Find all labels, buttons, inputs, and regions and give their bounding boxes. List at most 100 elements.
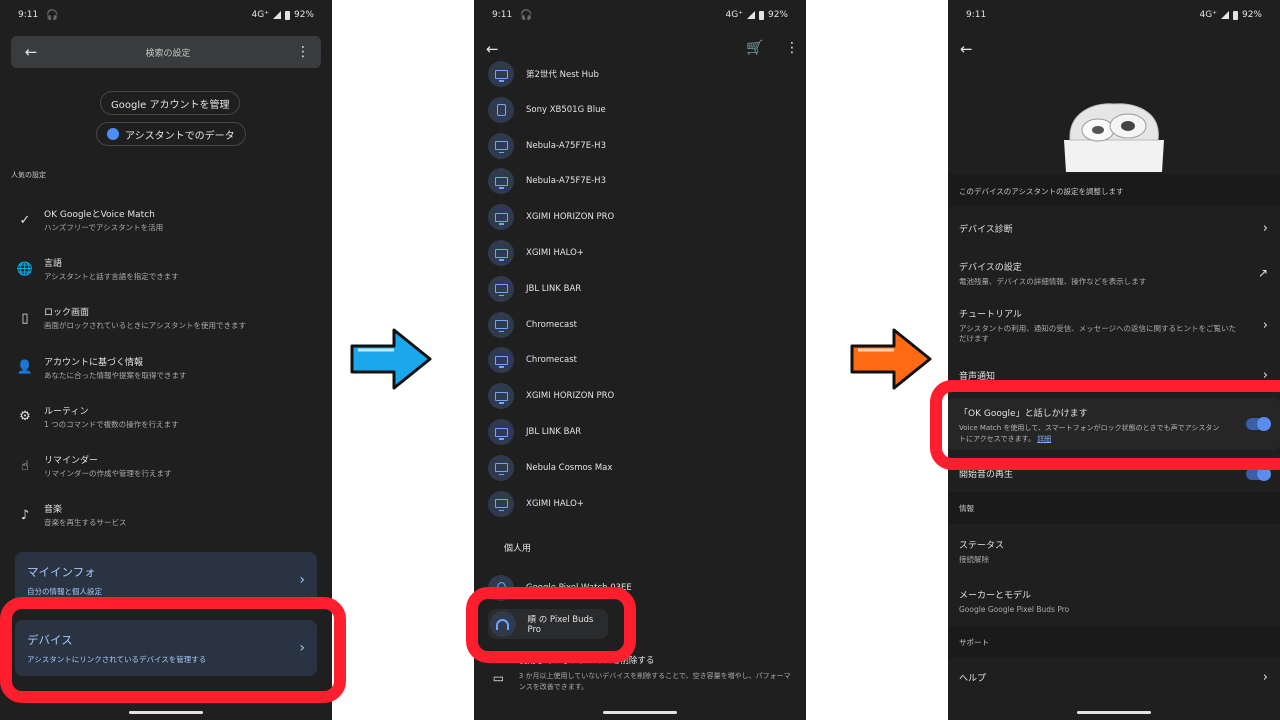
device-list-item[interactable]: JBL LINK BAR [488,417,792,447]
device-list-item[interactable]: XGIMI HALO+ [488,238,792,268]
status-bar: 9:11 4G⁺ 92% [948,0,1280,30]
music-note-icon: ♪ [20,507,30,523]
manage-account-chip[interactable]: Google アカウントを管理 [100,91,241,115]
device-list-item[interactable]: XGIMI HALO+ [488,489,792,519]
settings-item-subtitle: 音楽を再生するサービス [44,518,127,528]
status-time: 9:11 [492,10,513,20]
back-arrow-icon[interactable]: ← [960,40,973,58]
tv-icon [488,454,514,481]
device-list-item[interactable]: 第2世代 Nest Hub [488,59,792,89]
signal-icon [1220,11,1229,19]
status-title: ステータス [959,540,1005,551]
more-vert-icon[interactable]: ⋮ [785,40,799,56]
person-check-icon: 👤 [16,360,34,376]
headphones-icon: 🎧 [520,9,533,21]
device-settings-subtitle: 電池残量、デバイスの詳細情報、操作などを表示します [959,276,1147,286]
device-list-item[interactable]: JBL LINK BAR [488,274,792,304]
device-list-item[interactable]: Chromecast [488,345,792,375]
device-name: XGIMI HALO+ [526,248,584,258]
settings-item[interactable]: 👤 アカウントに基づく情報 あなたに合った情報や提案を取得できます [14,348,318,388]
device-diagnostics-row[interactable]: デバイス診断 › [959,214,1268,242]
tutorial-row[interactable]: チュートリアル アシスタントの利用、通知の受信、メッセージへの返信に関するヒント… [959,305,1268,345]
more-vert-icon[interactable]: ⋮ [285,44,321,60]
network-label: 4G⁺ [251,10,269,20]
tv-icon [488,132,514,159]
help-row[interactable]: ヘルプ › [959,666,1268,688]
network-label: 4G⁺ [1199,10,1217,20]
tutorial-subtitle: アシスタントの利用、通知の受信、メッセージへの返信に関するヒントをご覧いただけま… [959,323,1237,343]
gesture-bar[interactable] [1077,711,1151,714]
device-name: XGIMI HALO+ [526,498,584,509]
battery-icon [758,10,764,20]
shield-icon [107,128,119,140]
assistant-data-chip[interactable]: アシスタントでのデータ [96,122,246,146]
chevron-right-icon: › [1262,220,1268,236]
device-list-item[interactable]: Nebula-A75F7E-H3 [488,166,792,196]
gesture-bar[interactable] [603,711,677,714]
help-label: ヘルプ [959,673,987,684]
device-name: XGIMI HORIZON PRO [526,391,615,402]
device-list-item[interactable]: XGIMI HORIZON PRO [488,381,792,411]
gesture-bar[interactable] [129,711,203,714]
device-name: Nebula-A75F7E-H3 [526,176,606,187]
chevron-right-icon: › [299,572,305,588]
tv-icon [488,311,514,338]
section-info: 情報 [959,504,974,513]
tv-icon [488,240,514,266]
settings-item-subtitle: 画面がロックされているときにアシスタントを使用できます [44,321,246,331]
back-arrow-icon[interactable]: ← [486,40,499,58]
maker-row[interactable]: メーカーとモデル Google Google Pixel Buds Pro [959,586,1268,616]
section-popular: 人気の設定 [11,171,46,179]
arrow-right-blue-icon [350,328,432,390]
open-external-icon: ↗ [1257,266,1268,280]
settings-item-subtitle: 1 つのコマンドで複数の操作を行えます [44,419,179,429]
remove-desc: 3 か月以上使用していないデバイスを削除することで、空き容量を増やし、パフォーマ… [518,672,791,691]
maker-title: メーカーとモデル [959,590,1032,601]
speaker-icon [488,96,514,123]
settings-item[interactable]: 🌐 言語 アシスタントと話す言語を指定できます [14,249,318,289]
status-subtitle: 接続解除 [959,554,989,564]
device-list-item[interactable]: Sony XB501G Blue [488,95,792,125]
device-name: Chromecast [526,355,577,366]
settings-item[interactable]: ♪ 音楽 音楽を再生するサービス [14,495,318,535]
section-support: サポート [959,638,989,647]
arrow-right-orange-icon [850,328,932,390]
tv-icon [488,204,514,231]
tv-icon [488,347,514,374]
myinfo-subtitle: 自分の情報と個人設定 [27,586,102,596]
status-row[interactable]: ステータス 接続解除 [959,536,1268,566]
battery-icon [1232,10,1238,20]
device-name: JBL LINK BAR [526,283,582,294]
devices-icon: ▭ [492,670,505,685]
settings-item[interactable]: ☝ リマインダー リマインダーの作成や管理を行えます [14,446,318,486]
phone-buds-settings: 9:11 4G⁺ 92% ← このデバイスのアシスタントの設定を調整します デバ… [948,0,1280,720]
reminder-hand-icon: ☝ [21,458,29,474]
section-personal: 個人用 [504,544,532,554]
chevron-right-icon: › [1262,317,1268,333]
routine-icon: ⚙ [19,409,31,425]
settings-item[interactable]: ✓ OK GoogleとVoice Match ハンズフリーでアシスタントを活用 [14,200,318,240]
settings-item[interactable]: ⚙ ルーティン 1 つのコマンドで複数の操作を行えます [14,397,318,437]
phone-lock-icon: ▯ [21,310,29,326]
device-name: Nebula-A75F7E-H3 [526,140,606,151]
device-list-item[interactable]: XGIMI HORIZON PRO [488,202,792,232]
device-name: 第2世代 Nest Hub [526,70,599,80]
settings-item-title: ロック画面 [44,308,90,319]
device-name: Sony XB501G Blue [526,104,606,115]
device-list-item[interactable]: Chromecast [488,310,792,340]
tv-icon [488,275,514,302]
back-arrow-icon[interactable]: ← [11,43,51,61]
device-name: Nebula Cosmos Max [526,462,613,473]
highlight-devices [0,597,346,703]
device-name: Chromecast [526,319,577,330]
cart-icon[interactable]: 🛒 [746,40,763,56]
device-list-item[interactable]: Nebula Cosmos Max [488,453,792,483]
battery-icon [284,10,290,20]
settings-item-title: 音楽 [44,505,63,516]
section-info-band: 情報 [948,492,1280,524]
device-settings-row[interactable]: デバイスの設定 電池残量、デバイスの詳細情報、操作などを表示します ↗ [959,255,1268,291]
settings-item[interactable]: ▯ ロック画面 画面がロックされているときにアシスタントを使用できます [14,298,318,338]
tv-icon [488,168,514,195]
device-list-item[interactable]: Nebula-A75F7E-H3 [488,131,792,161]
tv-icon [488,383,514,410]
